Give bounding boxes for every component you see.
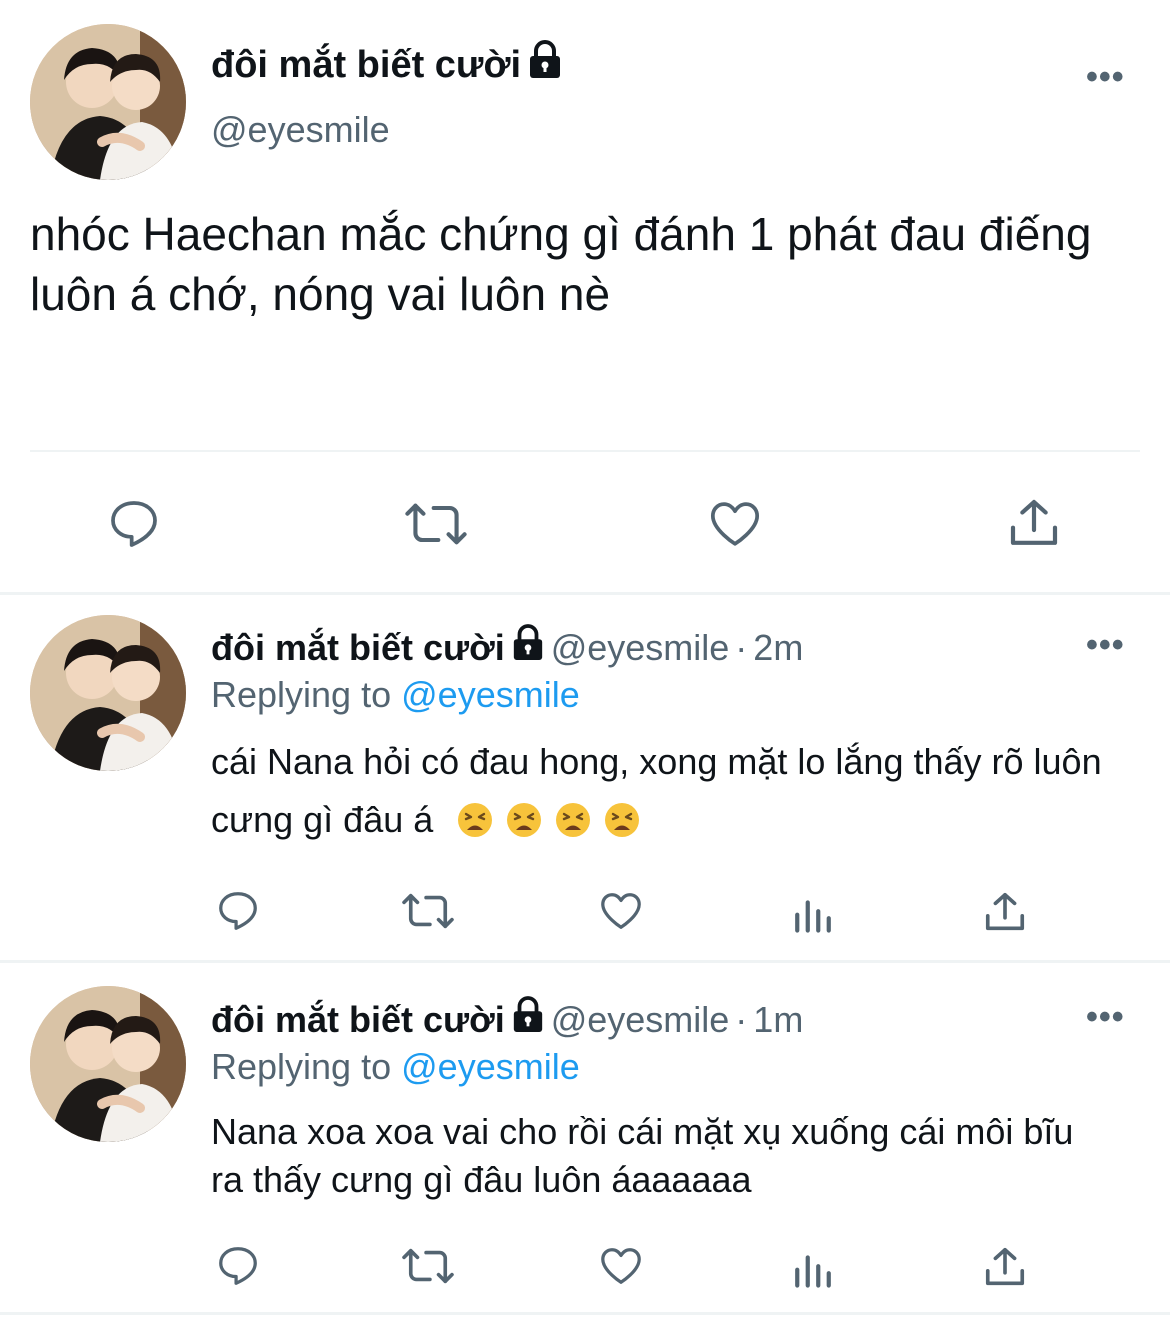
lock-icon xyxy=(511,624,545,671)
handle[interactable]: @eyesmile xyxy=(211,109,390,151)
handle[interactable]: @eyesmile xyxy=(551,999,730,1041)
reply-icon[interactable] xyxy=(215,1243,261,1289)
like-icon[interactable] xyxy=(597,1243,645,1289)
retweet-icon[interactable] xyxy=(404,496,468,552)
timestamp[interactable]: 1m xyxy=(753,999,803,1041)
replying-to: Replying to @eyesmile xyxy=(211,674,580,716)
replying-prefix: Replying to xyxy=(211,674,392,715)
replying-to: Replying to @eyesmile xyxy=(211,1046,580,1088)
tired-face-emoji xyxy=(555,797,591,837)
tired-face-emoji xyxy=(604,797,640,837)
share-icon[interactable] xyxy=(1006,494,1062,552)
avatar[interactable] xyxy=(30,986,186,1142)
tired-face-emoji xyxy=(506,797,542,837)
more-options-icon[interactable]: ••• xyxy=(1086,998,1125,1037)
timestamp[interactable]: 2m xyxy=(753,627,803,669)
like-icon[interactable] xyxy=(706,496,764,552)
separator xyxy=(0,1312,1170,1315)
separator-dot: · xyxy=(735,626,748,668)
display-name[interactable]: đôi mắt biết cười xyxy=(211,627,505,669)
tired-face-emoji xyxy=(457,797,493,837)
divider xyxy=(30,450,1140,452)
reply-text: cái Nana hỏi có đau hong, xong mặt lo lắ… xyxy=(211,733,1121,849)
separator xyxy=(0,592,1170,595)
display-name-text: đôi mắt biết cười xyxy=(211,43,522,86)
handle[interactable]: @eyesmile xyxy=(551,627,730,669)
more-options-icon[interactable]: ••• xyxy=(1086,58,1125,97)
lock-icon xyxy=(527,40,563,90)
reply-icon[interactable] xyxy=(106,496,162,552)
reply-header: đôi mắt biết cười @eyesmile · 1m xyxy=(211,996,803,1043)
share-icon[interactable] xyxy=(982,888,1028,936)
emoji-group xyxy=(443,799,653,840)
retweet-icon[interactable] xyxy=(401,888,455,934)
avatar[interactable] xyxy=(30,24,186,180)
separator xyxy=(0,960,1170,963)
analytics-icon[interactable] xyxy=(792,1247,834,1289)
retweet-icon[interactable] xyxy=(401,1243,455,1289)
reply-icon[interactable] xyxy=(215,888,261,934)
more-options-icon[interactable]: ••• xyxy=(1086,626,1125,665)
reply-text-content: cái Nana hỏi có đau hong, xong mặt lo lắ… xyxy=(211,741,1102,840)
display-name[interactable]: đôi mắt biết cười xyxy=(211,40,563,90)
share-icon[interactable] xyxy=(982,1243,1028,1291)
lock-icon xyxy=(511,996,545,1043)
separator-dot: · xyxy=(735,998,748,1040)
like-icon[interactable] xyxy=(597,888,645,934)
reply-text: Nana xoa xoa vai cho rồi cái mặt xụ xuốn… xyxy=(211,1111,1074,1200)
display-name[interactable]: đôi mắt biết cười xyxy=(211,999,505,1041)
replying-prefix: Replying to xyxy=(211,1046,392,1087)
analytics-icon[interactable] xyxy=(792,892,834,934)
replying-to-link[interactable]: @eyesmile xyxy=(401,674,580,715)
avatar[interactable] xyxy=(30,615,186,771)
tweet-text: nhóc Haechan mắc chứng gì đánh 1 phát đa… xyxy=(30,208,1092,320)
reply-header: đôi mắt biết cười @eyesmile · 2m xyxy=(211,624,803,671)
replying-to-link[interactable]: @eyesmile xyxy=(401,1046,580,1087)
